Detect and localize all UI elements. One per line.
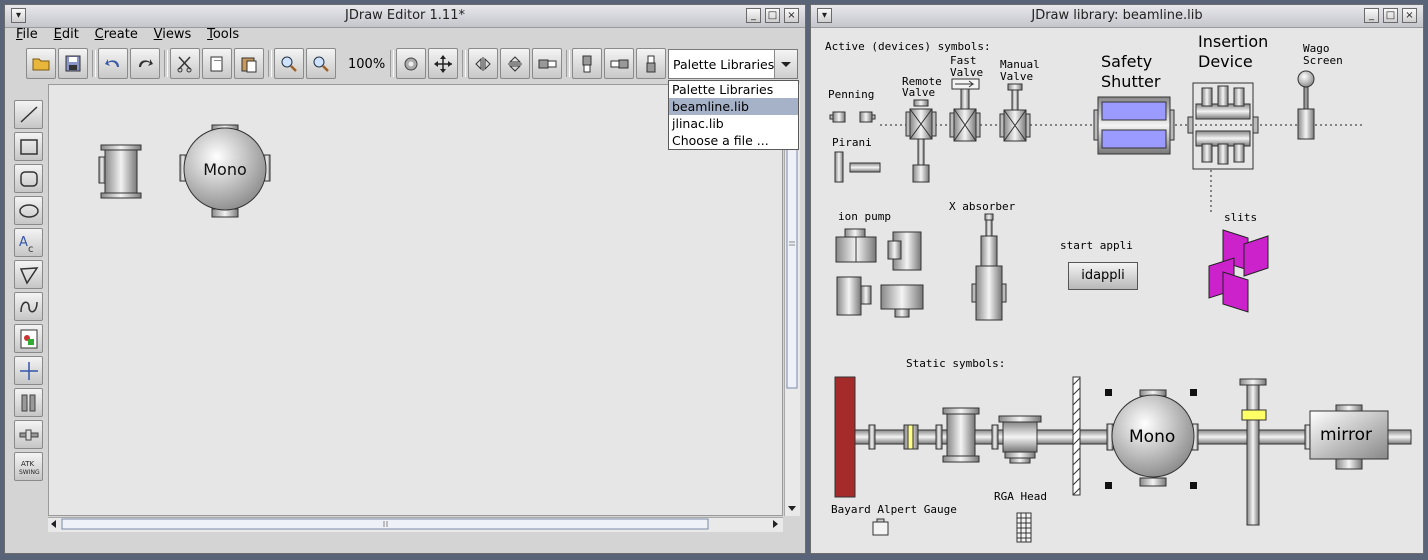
horizontal-scrollbar[interactable] [48, 517, 783, 532]
active-symbols-heading: Active (devices) symbols: [825, 40, 991, 53]
menu-views[interactable]: Views [154, 27, 192, 42]
image-icon[interactable] [14, 324, 43, 353]
zoom-out-icon[interactable] [306, 48, 336, 79]
palette-dropdown: Palette Libraries beamline.lib jlinac.li… [668, 80, 799, 150]
bayard-alpert-label: Bayard Alpert Gauge [831, 503, 957, 516]
idappli-button[interactable]: idappli [1068, 262, 1138, 290]
redo-icon[interactable] [130, 48, 160, 79]
minimize-button[interactable]: _ [746, 8, 761, 23]
undo-icon[interactable] [98, 48, 128, 79]
manual-valve-label-2: Valve [1000, 70, 1034, 83]
ellipse-icon[interactable] [14, 196, 43, 225]
open-folder-icon[interactable] [26, 48, 56, 79]
svg-text:A: A [19, 235, 28, 250]
library-title: JDraw library: beamline.lib [1031, 8, 1203, 23]
zoom-level: 100% [348, 57, 386, 72]
rga-head-label: RGA Head [994, 490, 1047, 503]
canvas-mono-label: Mono [203, 160, 247, 179]
rectangle-icon[interactable] [14, 132, 43, 161]
dropdown-option-palette-libraries[interactable]: Palette Libraries [669, 81, 798, 98]
close-button[interactable]: × [1402, 8, 1417, 23]
settings-icon[interactable] [396, 48, 426, 79]
dropdown-option-beamline[interactable]: beamline.lib [669, 98, 798, 115]
penning-label: Penning [828, 88, 875, 101]
canvas-mono[interactable]: Mono [179, 124, 271, 218]
align-bottom-icon[interactable] [636, 48, 666, 79]
safety-shutter-label-2: Shutter [1101, 72, 1161, 91]
palette-combo[interactable]: Palette Libraries [668, 49, 798, 79]
editor-titlebar[interactable]: ▾ JDraw Editor 1.11* _ □ × [5, 5, 805, 28]
editor-title: JDraw Editor 1.11* [345, 8, 465, 23]
atk-swing-icon[interactable]: ATK SWING [14, 452, 43, 481]
static-symbols-heading: Static symbols: [906, 357, 1006, 370]
menu-create[interactable]: Create [95, 27, 138, 42]
swing-label: SWING [19, 469, 40, 476]
bar-icon[interactable] [14, 388, 43, 417]
move-icon[interactable] [428, 48, 458, 79]
atk-label: ATK [21, 460, 35, 468]
zoom-in-icon[interactable] [274, 48, 304, 79]
svg-text:c: c [28, 244, 34, 254]
save-icon[interactable] [58, 48, 88, 79]
safety-shutter-label-1: Safety [1101, 52, 1153, 71]
start-appli-label: start appli [1060, 239, 1133, 252]
paste-icon[interactable] [234, 48, 264, 79]
menu-tools[interactable]: Tools [207, 27, 239, 42]
ion-pump-label: ion pump [838, 210, 891, 223]
canvas-vacuum-pipe[interactable] [98, 144, 142, 199]
close-button[interactable]: × [784, 8, 799, 23]
remote-valve-label-2: Valve [902, 86, 936, 99]
copy-icon[interactable] [202, 48, 232, 79]
polygon-icon[interactable] [14, 260, 43, 289]
dropdown-option-choose-file[interactable]: Choose a file ... [669, 132, 798, 149]
menubar: File Edit Create Views Tools [16, 27, 251, 47]
align-left-icon[interactable] [532, 48, 562, 79]
axis-icon[interactable] [14, 356, 43, 385]
wago-screen-label-2: Screen [1303, 54, 1343, 67]
static-mono-label: Mono [1129, 427, 1176, 447]
line-icon[interactable] [14, 100, 43, 129]
dropdown-option-jlinac[interactable]: jlinac.lib [669, 115, 798, 132]
mirror-label: mirror [1320, 425, 1372, 445]
pirani-label: Pirani [832, 136, 872, 149]
spline-icon[interactable] [14, 292, 43, 321]
text-icon[interactable]: Ac [14, 228, 43, 257]
slits-label: slits [1224, 211, 1258, 224]
cut-icon[interactable] [170, 48, 200, 79]
x-absorber-label: X absorber [949, 200, 1016, 213]
flip-vertical-icon[interactable] [500, 48, 530, 79]
align-top-icon[interactable] [572, 48, 602, 79]
fast-valve-label-2: Valve [950, 66, 984, 79]
flip-horizontal-icon[interactable] [468, 48, 498, 79]
menu-file[interactable]: File [16, 27, 38, 42]
minimize-button[interactable]: _ [1364, 8, 1379, 23]
library-titlebar[interactable]: ▾ JDraw library: beamline.lib _ □ × [811, 5, 1423, 28]
menu-edit[interactable]: Edit [54, 27, 79, 42]
round-rectangle-icon[interactable] [14, 164, 43, 193]
idappli-label: idappli [1081, 268, 1125, 283]
insertion-device-label-1: Insertion [1198, 32, 1269, 51]
chevron-down-icon[interactable] [774, 50, 797, 78]
maximize-button[interactable]: □ [1383, 8, 1398, 23]
palette-combo-value: Palette Libraries [673, 57, 775, 72]
slider-icon[interactable] [14, 420, 43, 449]
align-right-icon[interactable] [604, 48, 634, 79]
insertion-device-label-2: Device [1198, 52, 1253, 71]
maximize-button[interactable]: □ [765, 8, 780, 23]
